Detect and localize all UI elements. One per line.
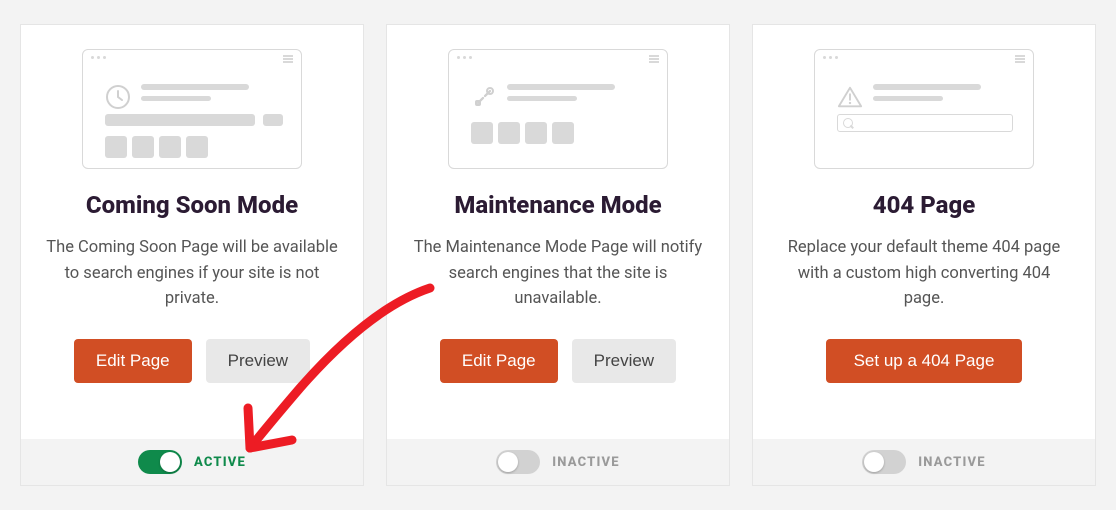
toggle-label: INACTIVE — [552, 455, 620, 470]
preview-button[interactable]: Preview — [206, 339, 310, 383]
card-coming-soon: Coming Soon Mode The Coming Soon Page wi… — [20, 24, 364, 486]
card-body: Coming Soon Mode The Coming Soon Page wi… — [21, 25, 363, 439]
active-toggle[interactable] — [496, 450, 540, 474]
button-row: Set up a 404 Page — [826, 339, 1023, 383]
warning-icon — [837, 84, 863, 110]
button-row: Edit Page Preview — [74, 339, 310, 383]
card-footer: ACTIVE — [21, 439, 363, 485]
preview-illustration — [814, 49, 1034, 169]
card-title: Maintenance Mode — [454, 191, 661, 219]
card-body: Maintenance Mode The Maintenance Mode Pa… — [387, 25, 729, 439]
preview-button[interactable]: Preview — [572, 339, 676, 383]
search-icon — [837, 114, 1013, 132]
card-description: The Maintenance Mode Page will notify se… — [411, 235, 705, 315]
tools-icon — [471, 84, 497, 110]
card-body: 404 Page Replace your default theme 404 … — [753, 25, 1095, 439]
card-title: 404 Page — [873, 191, 976, 219]
card-description: The Coming Soon Page will be available t… — [45, 235, 339, 315]
active-toggle[interactable] — [862, 450, 906, 474]
card-footer: INACTIVE — [387, 439, 729, 485]
card-title: Coming Soon Mode — [86, 191, 298, 219]
card-404: 404 Page Replace your default theme 404 … — [752, 24, 1096, 486]
preview-illustration — [82, 49, 302, 169]
button-row: Edit Page Preview — [440, 339, 676, 383]
toggle-label: INACTIVE — [918, 455, 986, 470]
edit-page-button[interactable]: Edit Page — [74, 339, 192, 383]
preview-illustration — [448, 49, 668, 169]
toggle-label: ACTIVE — [194, 455, 246, 470]
card-maintenance: Maintenance Mode The Maintenance Mode Pa… — [386, 24, 730, 486]
edit-page-button[interactable]: Edit Page — [440, 339, 558, 383]
card-description: Replace your default theme 404 page with… — [777, 235, 1071, 315]
active-toggle[interactable] — [138, 450, 182, 474]
setup-404-button[interactable]: Set up a 404 Page — [826, 339, 1023, 383]
clock-icon — [105, 84, 131, 110]
card-footer: INACTIVE — [753, 439, 1095, 485]
